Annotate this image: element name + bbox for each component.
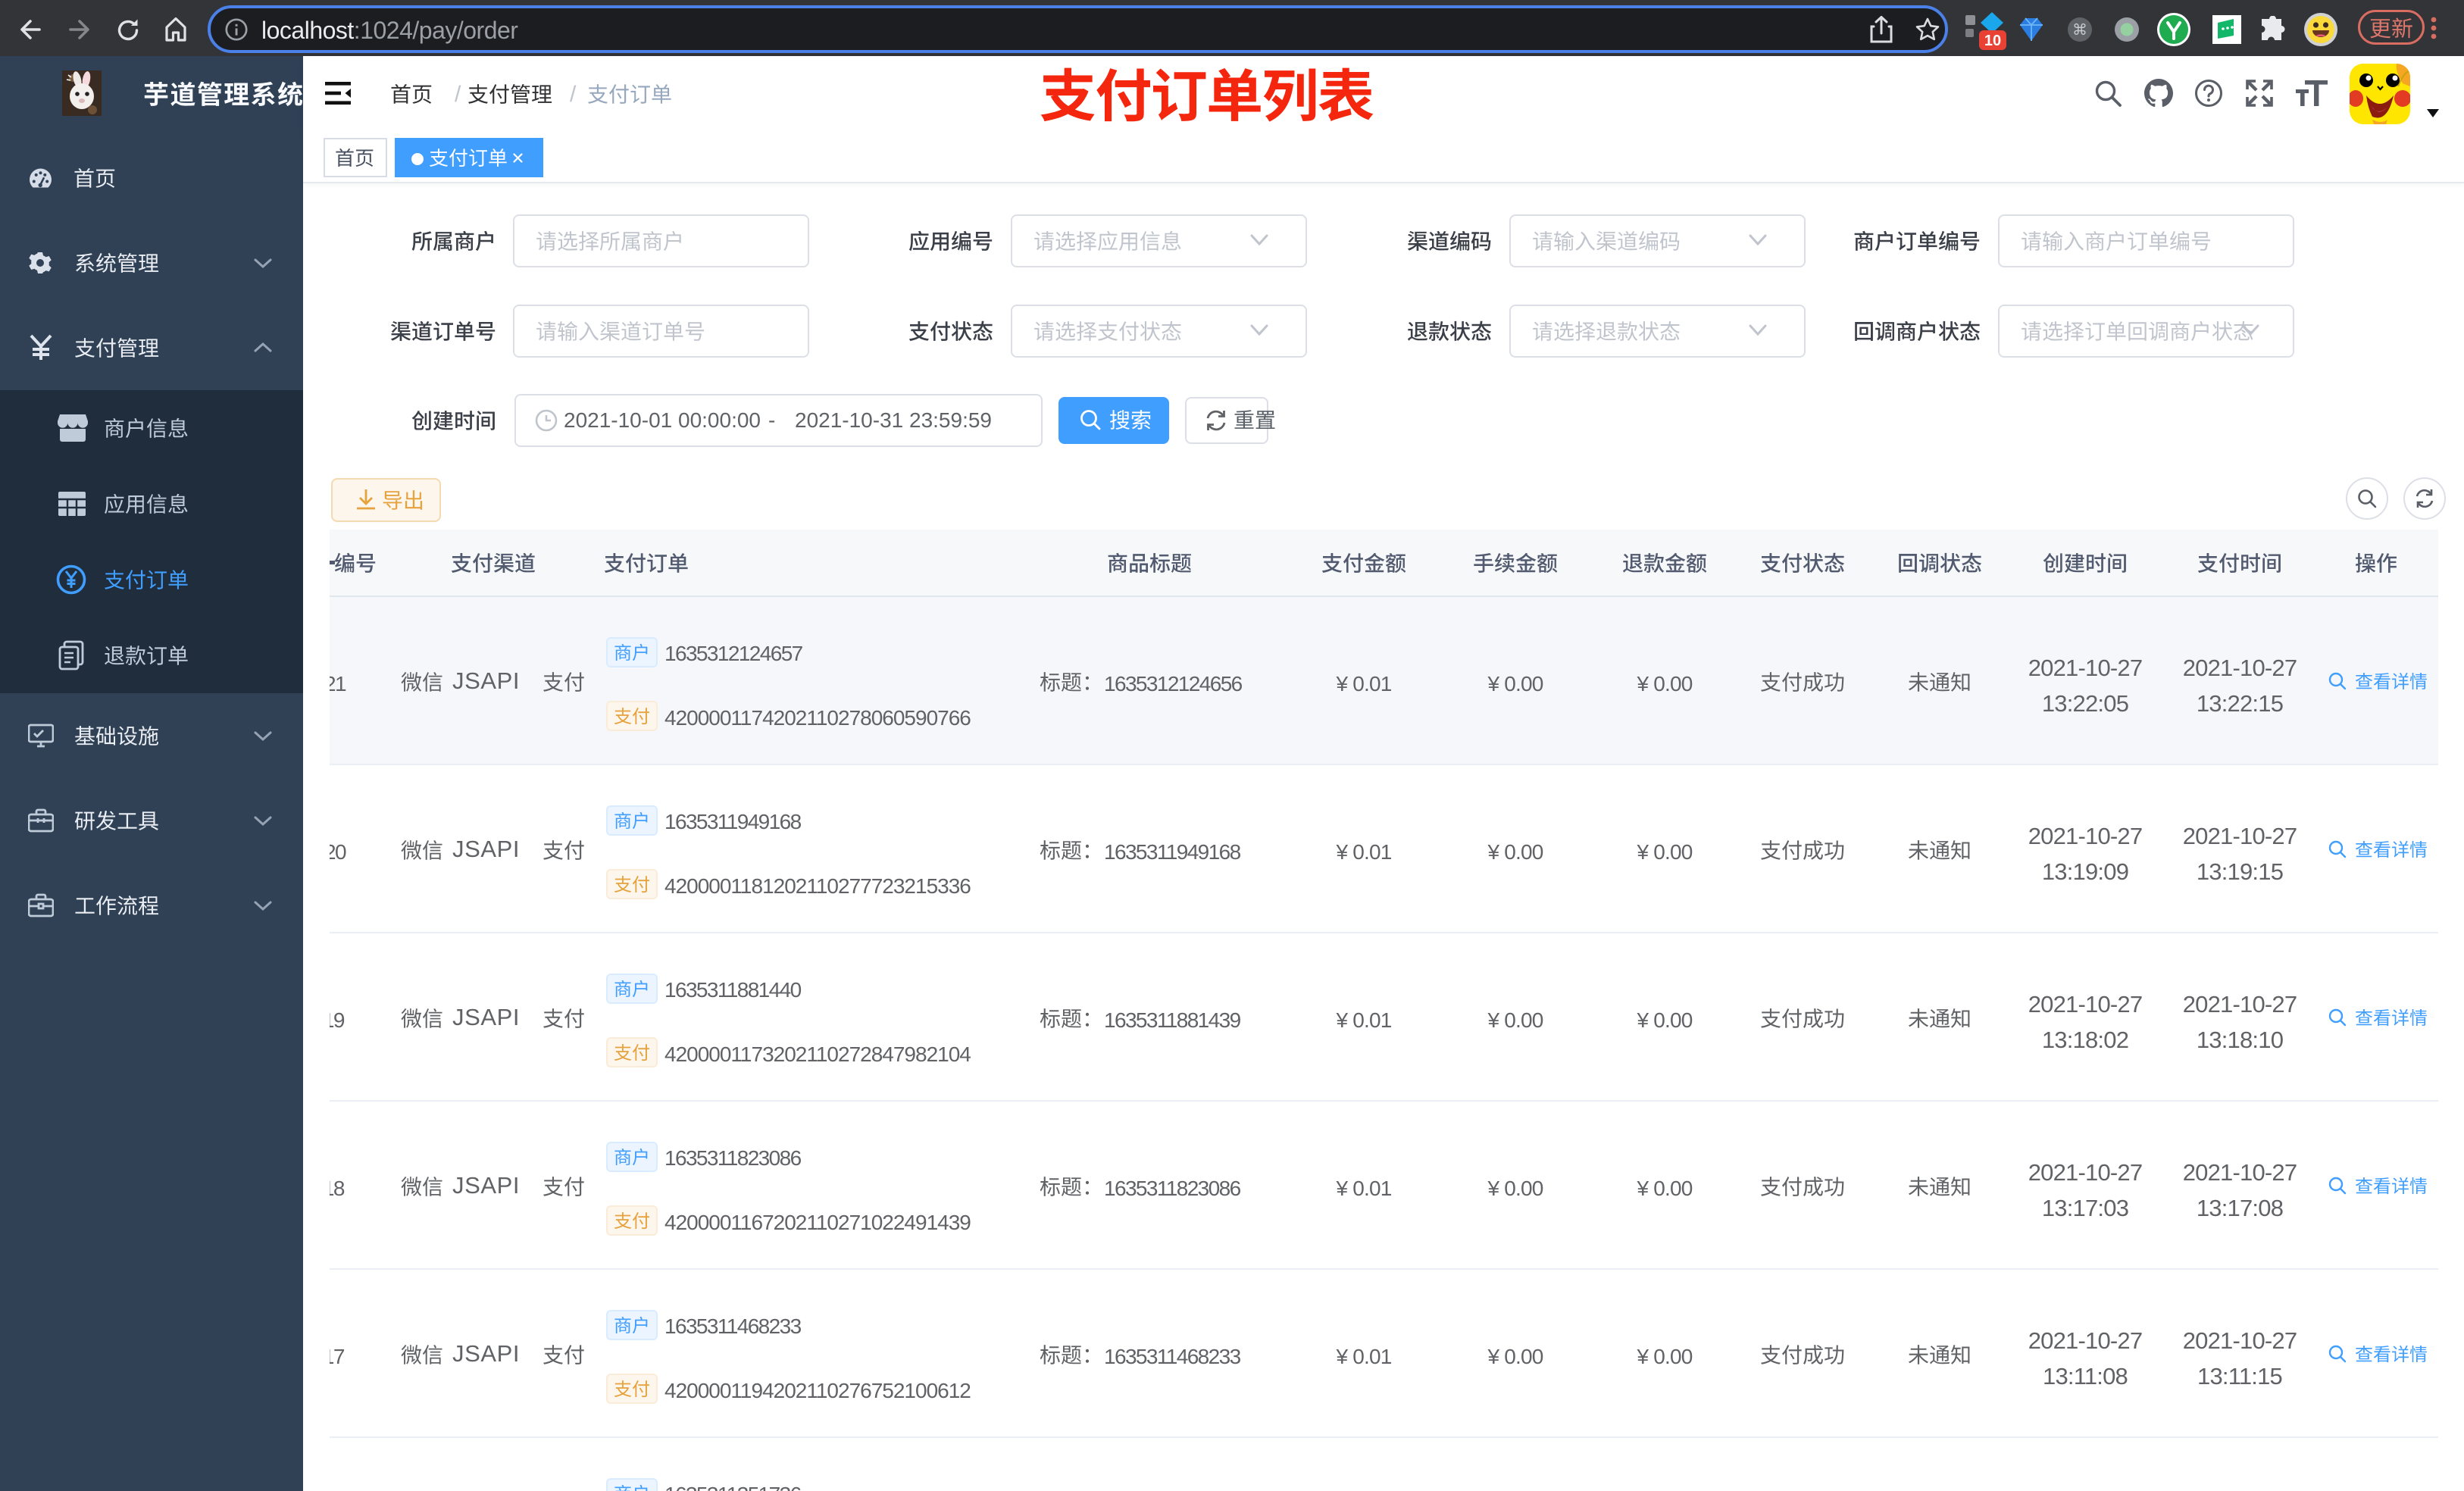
- svg-text:⌘: ⌘: [2072, 22, 2087, 39]
- svg-text:10: 10: [1984, 33, 2001, 49]
